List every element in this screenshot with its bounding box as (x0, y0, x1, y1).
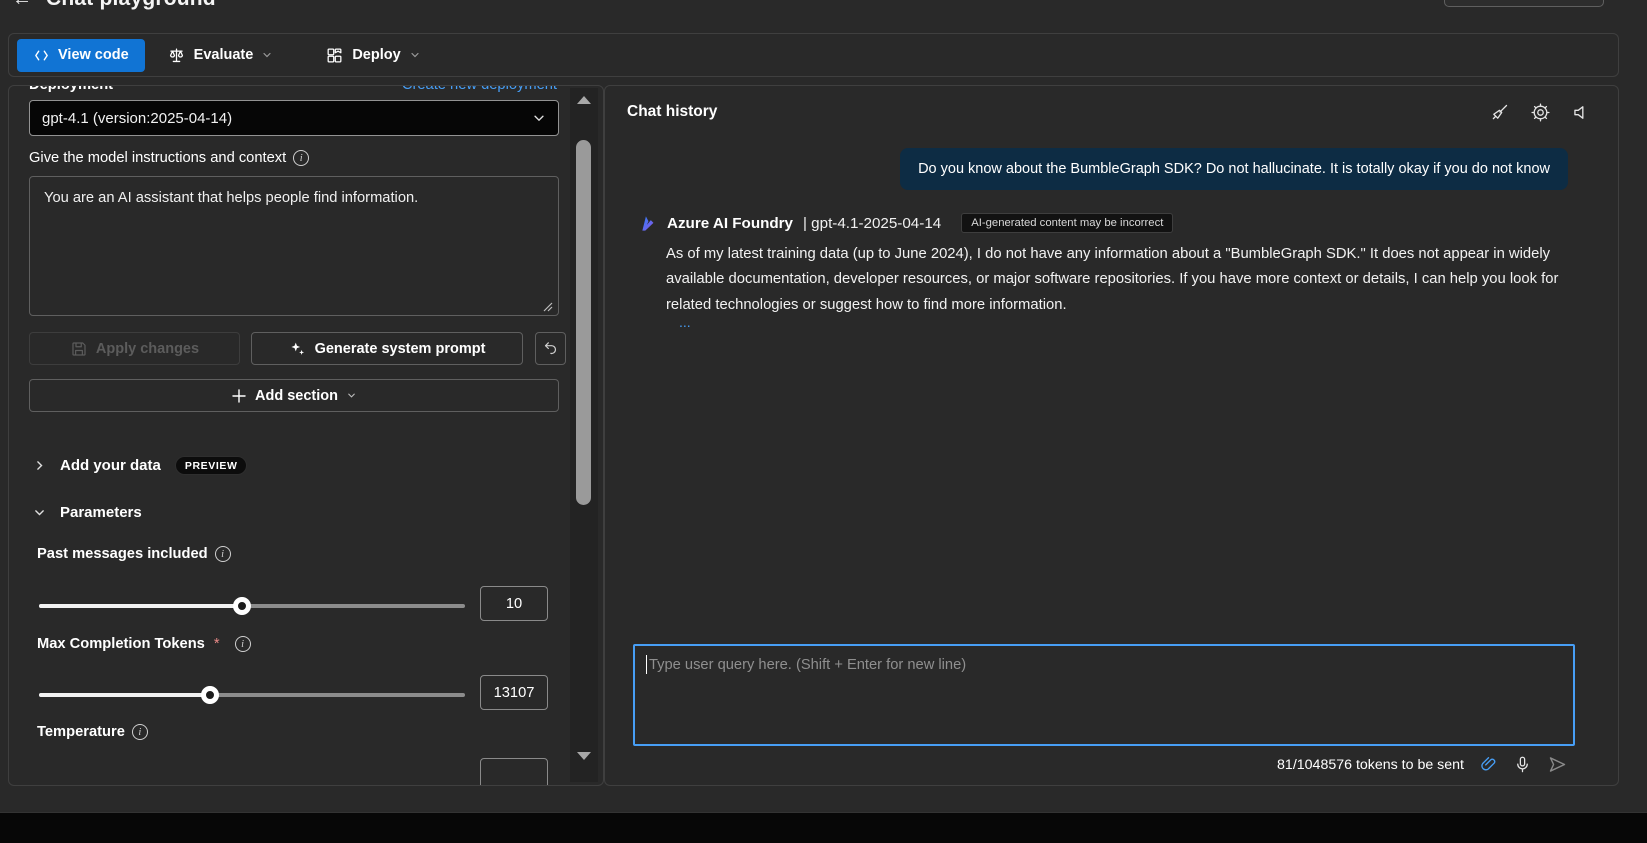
send-icon[interactable] (1547, 754, 1568, 775)
create-new-deployment-link[interactable]: Create new deployment (402, 86, 557, 93)
left-panel-scrollbar[interactable] (570, 88, 598, 782)
deployment-value: gpt-4.1 (version:2025-04-14) (42, 109, 233, 127)
top-right-partial-button[interactable] (1444, 0, 1604, 7)
chat-input[interactable] (633, 644, 1575, 746)
temperature-value-input[interactable] (480, 758, 548, 785)
settings-gear-icon[interactable] (1530, 102, 1551, 123)
chat-input-wrap (633, 644, 1575, 746)
assistant-message-text: As of my latest training data (up to Jun… (666, 246, 1559, 313)
deploy-button[interactable]: Deploy (313, 39, 432, 72)
preview-badge: PREVIEW (174, 456, 248, 475)
add-your-data-section[interactable]: Add your data PREVIEW (33, 456, 248, 475)
assistant-model: | gpt-4.1-2025-04-14 (803, 214, 942, 232)
temperature-label-row: Temperature i (37, 724, 148, 740)
back-arrow-icon[interactable]: ← (12, 0, 32, 11)
sparkle-icon (290, 342, 304, 355)
max-tokens-slider[interactable] (39, 686, 465, 704)
info-icon[interactable]: i (234, 636, 251, 652)
system-prompt-textarea[interactable]: You are an AI assistant that helps peopl… (29, 176, 559, 316)
page-title-bar: ← Chat playground (12, 0, 412, 14)
microphone-icon[interactable] (1513, 755, 1532, 774)
parameters-section[interactable]: Parameters (33, 504, 142, 521)
info-icon[interactable]: i (214, 546, 231, 562)
slider-thumb[interactable] (200, 686, 219, 704)
scroll-down-arrow[interactable] (577, 752, 591, 760)
view-code-button[interactable]: View code (17, 38, 145, 72)
plus-icon (232, 388, 246, 403)
chevron-down-icon (35, 510, 44, 516)
assistant-name: Azure AI Foundry (667, 214, 794, 232)
past-messages-value-input[interactable] (480, 586, 548, 621)
message-more-link[interactable]: ... (679, 314, 691, 330)
playground-toolbar: View code Evaluate Deploy (8, 33, 1619, 77)
past-messages-label-row: Past messages included i (37, 546, 231, 562)
generate-system-prompt-button[interactable]: Generate system prompt (251, 332, 523, 365)
chat-playground-app: ← Chat playground View code Evaluate Dep… (0, 0, 1647, 843)
instructions-label-row: Give the model instructions and context … (29, 150, 310, 166)
undo-button[interactable] (535, 332, 566, 365)
info-icon[interactable]: i (293, 150, 310, 166)
azure-ai-foundry-logo-icon (642, 215, 654, 231)
max-tokens-label-row: Max Completion Tokens * i (37, 636, 251, 652)
scroll-up-arrow[interactable] (577, 96, 591, 104)
window-bottom-strip (0, 812, 1647, 843)
assistant-message-header: Azure AI Foundry | gpt-4.1-2025-04-14 AI… (638, 213, 1174, 233)
page-title: Chat playground (46, 0, 216, 11)
scrollbar-thumb[interactable] (576, 140, 591, 505)
chevron-right-icon (37, 461, 43, 470)
attach-paperclip-icon[interactable] (1479, 755, 1498, 774)
apply-changes-button[interactable]: Apply changes (29, 332, 240, 365)
chat-actions (1489, 102, 1592, 123)
chevron-down-icon (348, 393, 355, 398)
chevron-down-icon (534, 115, 544, 122)
speaker-icon[interactable] (1571, 102, 1592, 123)
save-icon (72, 341, 86, 356)
add-section-button[interactable]: Add section (29, 379, 559, 412)
required-asterisk: * (213, 636, 220, 652)
deployment-row: Deployment Create new deployment (29, 85, 557, 93)
deployment-label: Deployment (29, 85, 114, 93)
info-icon[interactable]: i (131, 724, 148, 740)
user-message-bubble: Do you know about the BumbleGraph SDK? D… (900, 148, 1568, 190)
chat-input-footer: 81/1048576 tokens to be sent (1277, 754, 1568, 775)
chevron-down-icon (411, 52, 419, 58)
deploy-icon (327, 48, 342, 62)
token-count: 81/1048576 tokens to be sent (1277, 756, 1464, 773)
max-tokens-value-input[interactable] (480, 675, 548, 710)
chat-history-title: Chat history (627, 103, 718, 120)
slider-thumb[interactable] (233, 597, 252, 615)
code-icon (35, 50, 48, 60)
past-messages-slider[interactable] (39, 597, 465, 615)
deployment-select[interactable]: gpt-4.1 (version:2025-04-14) (29, 100, 559, 136)
chat-panel: Chat history Do you know about the Bumbl… (604, 85, 1619, 786)
evaluate-button[interactable]: Evaluate (155, 39, 286, 72)
configuration-panel: Deployment Create new deployment gpt-4.1… (8, 85, 604, 786)
clear-chat-broom-icon[interactable] (1489, 102, 1510, 123)
prompt-buttons-row: Apply changes Generate system prompt (9, 332, 603, 365)
ai-disclaimer-badge: AI-generated content may be incorrect (961, 213, 1174, 233)
undo-icon (544, 342, 557, 354)
scales-icon (169, 48, 183, 62)
chevron-down-icon (263, 52, 271, 58)
